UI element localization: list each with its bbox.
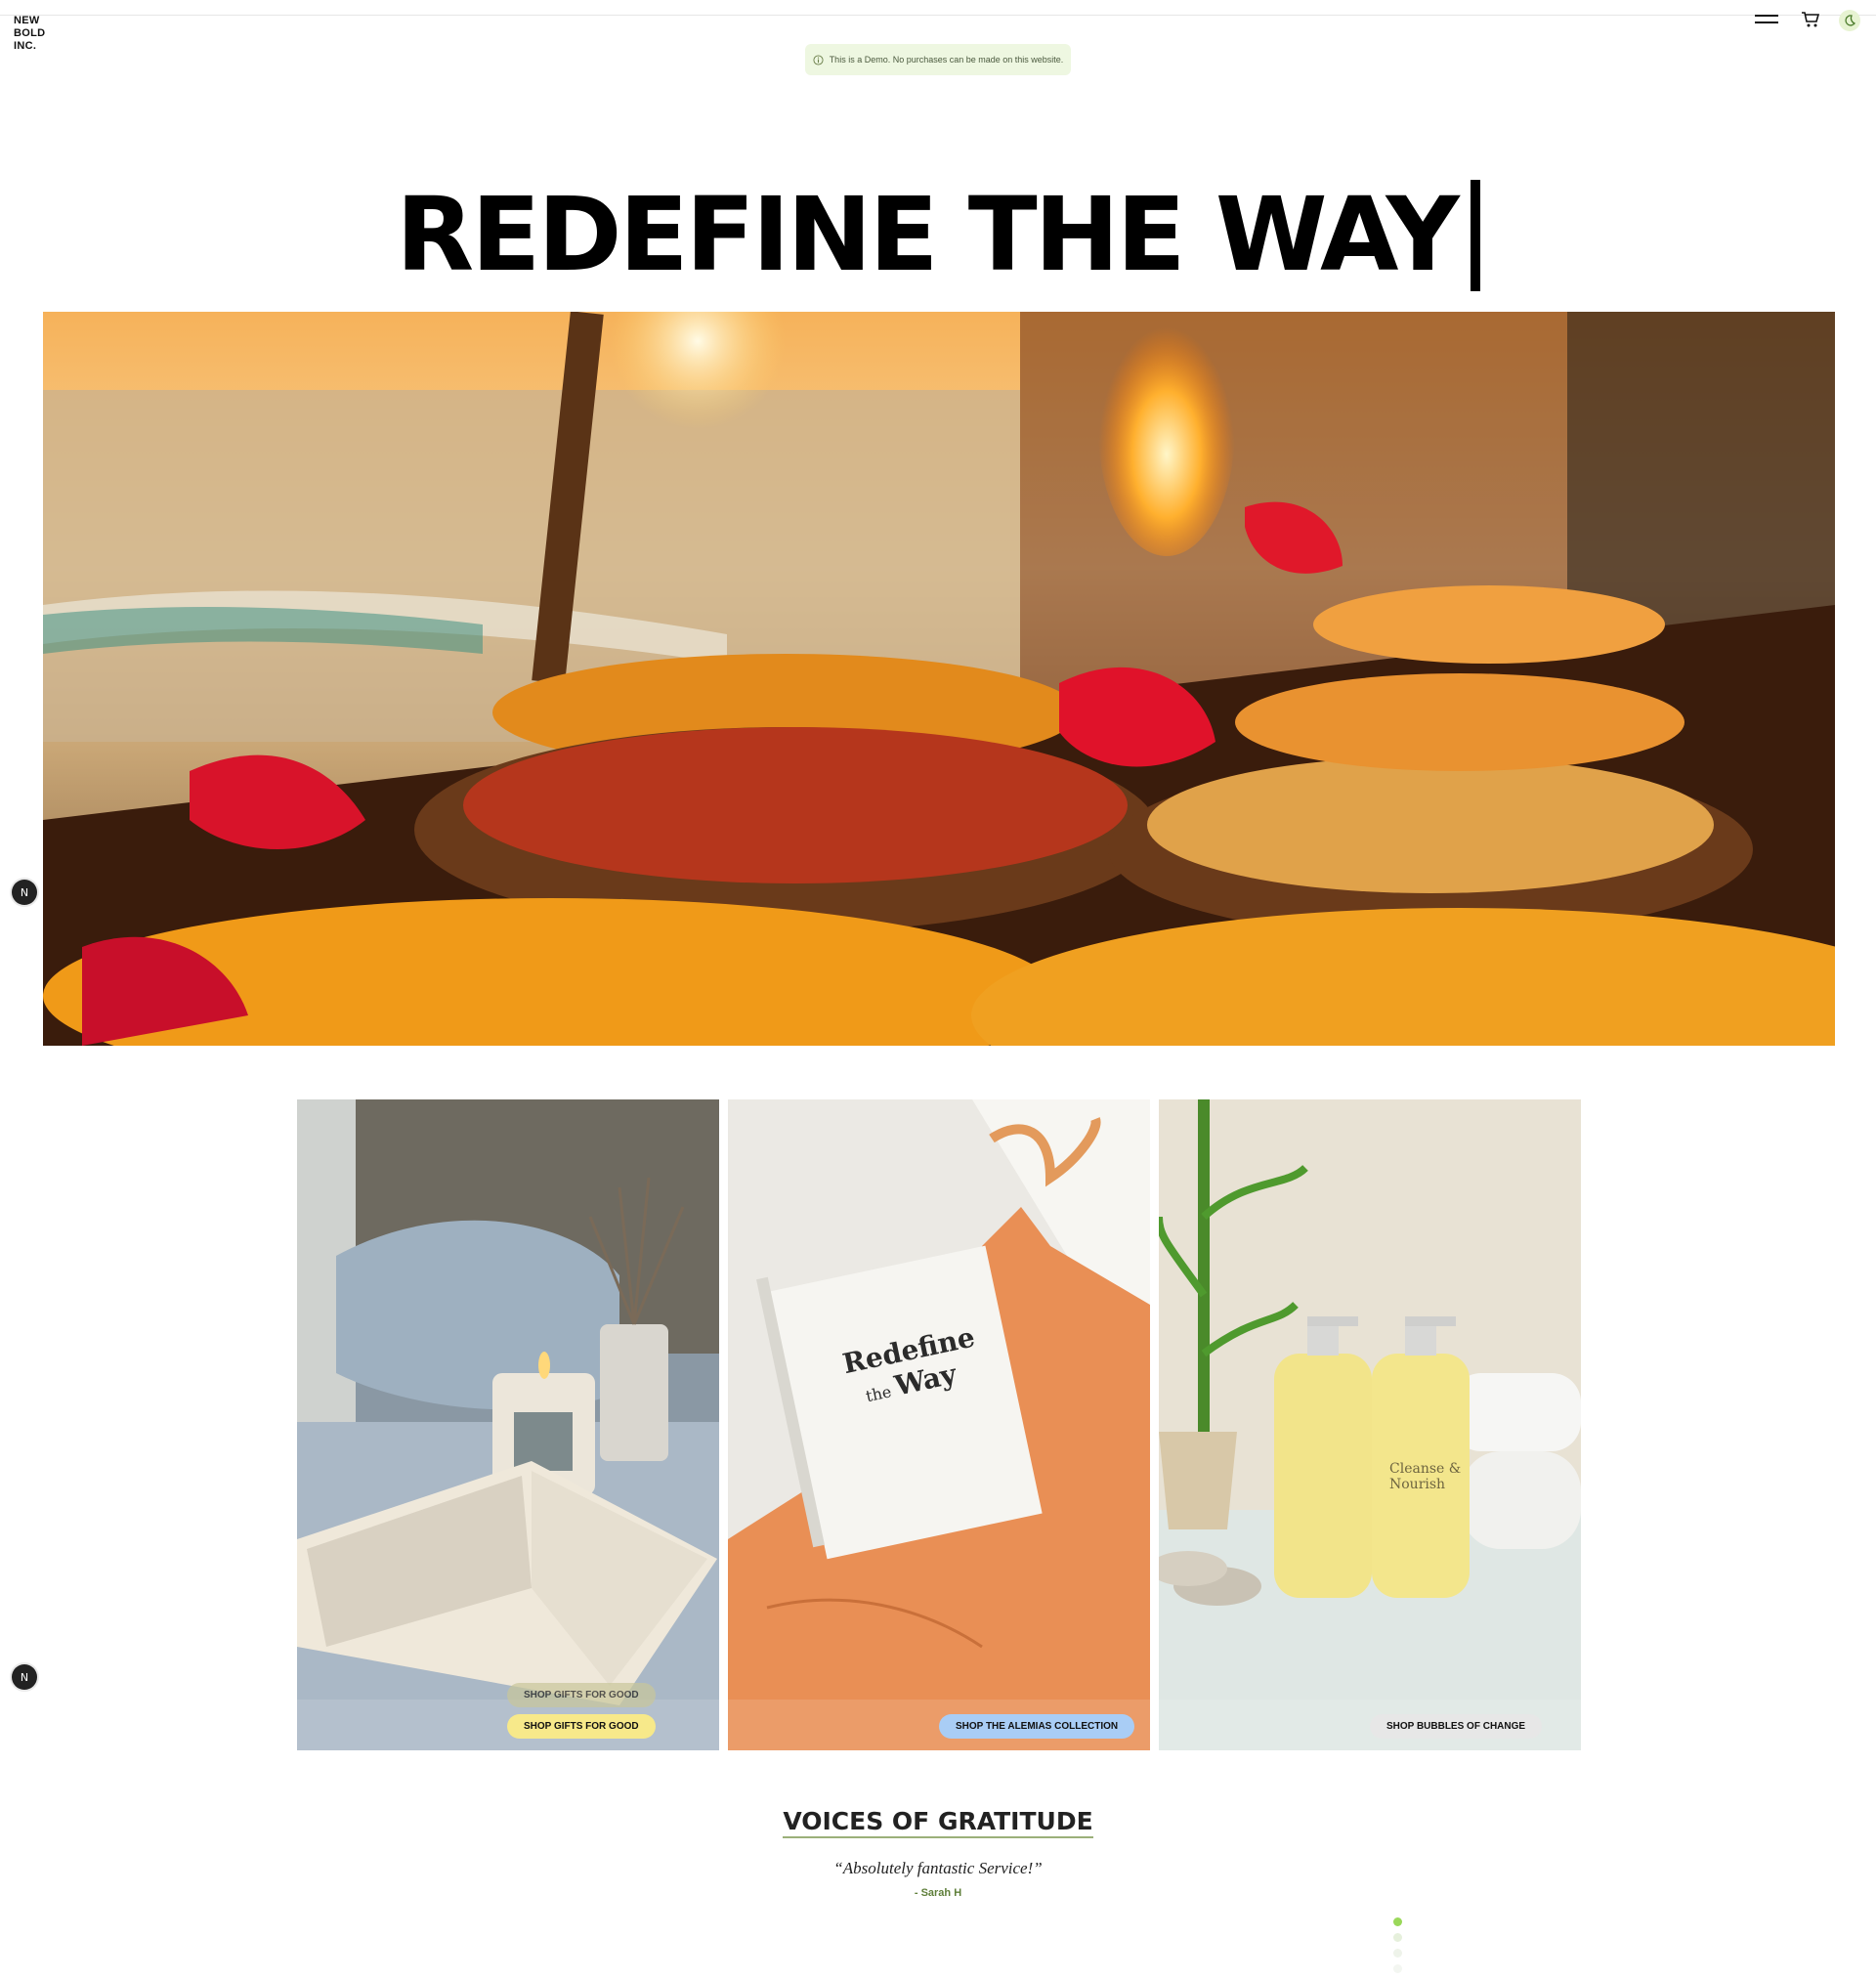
- cart-icon[interactable]: [1800, 10, 1821, 29]
- card-image-soap-bottles: [1159, 1099, 1581, 1750]
- card-image-apron-book: [728, 1099, 1150, 1750]
- badge-letter: N: [20, 1670, 29, 1684]
- badge-letter: N: [20, 885, 29, 899]
- product-card-bubbles[interactable]: Cleanse & Nourish SHOP BUBBLES OF CHANGE: [1159, 1099, 1581, 1750]
- floating-badge-icon[interactable]: N: [12, 1664, 37, 1690]
- card-image-candle-book: [297, 1099, 719, 1750]
- bottle-label: Cleanse & Nourish: [1389, 1461, 1462, 1492]
- typing-cursor: [1470, 180, 1480, 291]
- floating-badge-icon[interactable]: N: [12, 880, 37, 905]
- testimonial-quote: “Absolutely fantastic Service!”: [833, 1859, 1043, 1877]
- shop-alemias-button[interactable]: SHOP THE ALEMIAS COLLECTION: [939, 1714, 1135, 1739]
- product-card-gifts[interactable]: SHOP GIFTS FOR GOOD SHOP GIFTS FOR GOOD: [297, 1099, 719, 1750]
- logo-line: INC.: [14, 40, 37, 52]
- testimonials-title-text: VOICES OF GRATITUDE: [783, 1807, 1093, 1838]
- hamburger-menu-icon[interactable]: [1755, 12, 1778, 29]
- testimonial-pagination: [1392, 1917, 1404, 1980]
- shop-bubbles-button[interactable]: SHOP BUBBLES OF CHANGE: [1370, 1714, 1543, 1739]
- brand-logo[interactable]: NEW BOLD INC.: [14, 15, 45, 53]
- hero-title: REDEFINE THE WAY: [0, 176, 1876, 293]
- pagination-dot-active[interactable]: [1393, 1917, 1402, 1926]
- demo-notice-banner: This is a Demo. No purchases can be made…: [805, 44, 1071, 75]
- hero-title-text: REDEFINE THE WAY: [396, 175, 1460, 294]
- book-title-small: the: [864, 1382, 894, 1406]
- pagination-dot[interactable]: [1393, 1933, 1402, 1942]
- product-card-alemias[interactable]: Redefine the Way SHOP THE ALEMIAS COLLEC…: [728, 1099, 1150, 1750]
- header-divider: [0, 15, 1876, 16]
- moon-icon[interactable]: [1839, 10, 1860, 31]
- testimonial-author: - Sarah H: [914, 1887, 962, 1899]
- logo-line: NEW: [14, 15, 40, 26]
- testimonials-title: VOICES OF GRATITUDE: [0, 1806, 1876, 1838]
- demo-notice-text: This is a Demo. No purchases can be made…: [829, 55, 1064, 65]
- card-ghost-label: SHOP GIFTS FOR GOOD: [507, 1683, 656, 1707]
- pagination-dot[interactable]: [1393, 1949, 1402, 1958]
- logo-line: BOLD: [14, 27, 46, 39]
- pagination-dot[interactable]: [1393, 1964, 1402, 1973]
- info-icon: [813, 54, 824, 65]
- shop-gifts-button[interactable]: SHOP GIFTS FOR GOOD: [507, 1714, 656, 1739]
- hero-image: [43, 312, 1835, 1046]
